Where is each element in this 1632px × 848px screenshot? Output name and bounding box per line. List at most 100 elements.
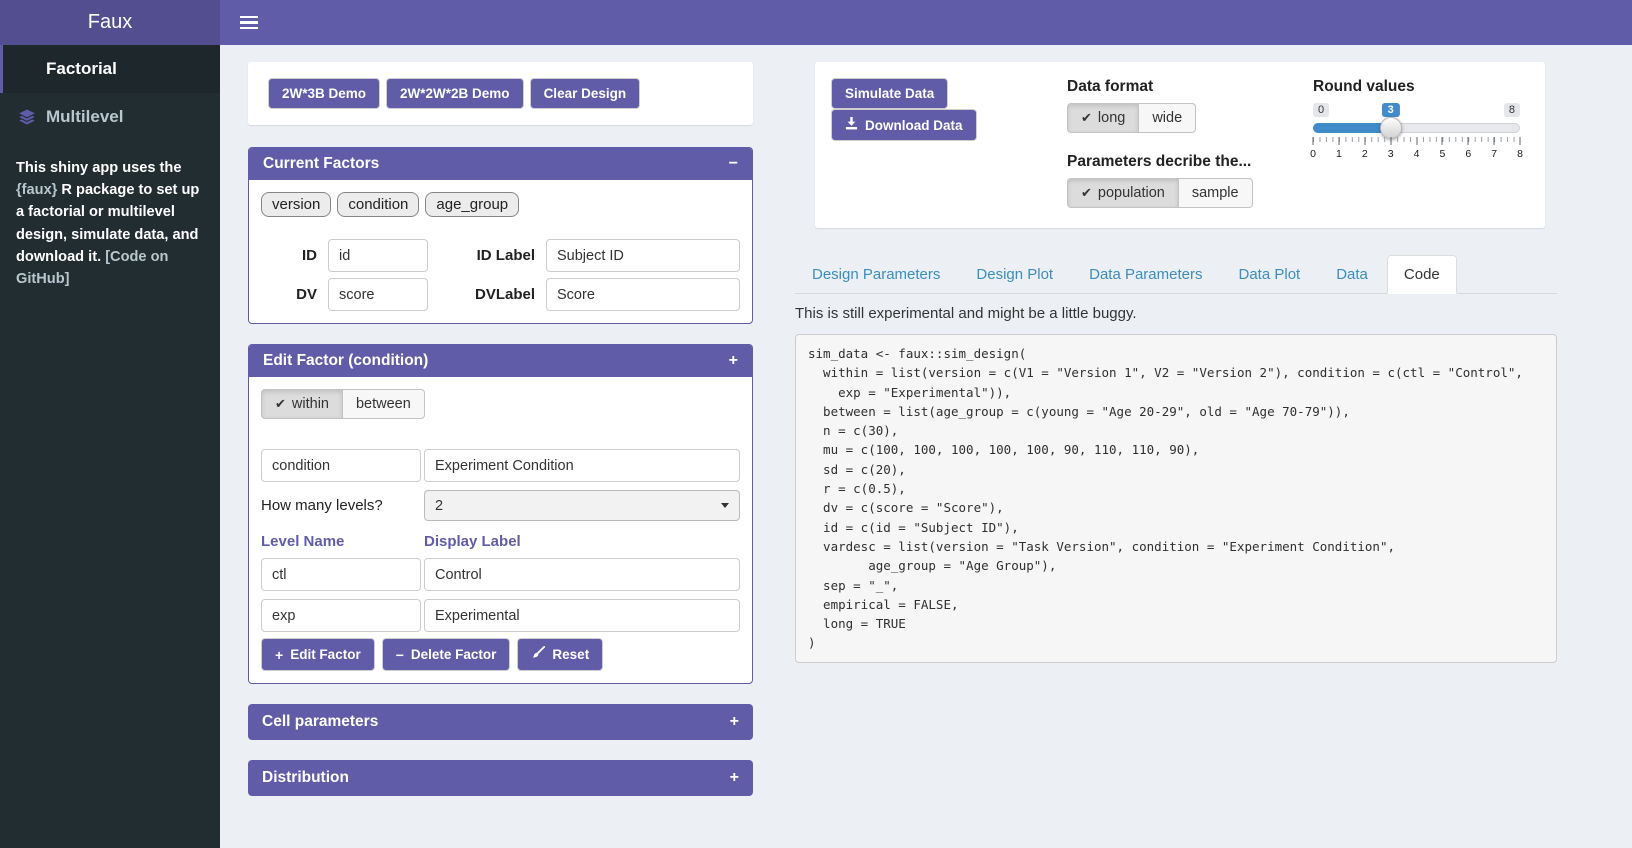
- slider-value-badge: 3: [1382, 103, 1400, 117]
- sidebar-item-factorial[interactable]: Factorial: [0, 45, 220, 93]
- round-values-label: Round values: [1313, 78, 1529, 96]
- content-area: 2W*3B Demo 2W*2W*2B Demo Clear Design Cu…: [220, 45, 1632, 848]
- data-format-label: Data format: [1067, 78, 1313, 96]
- within-between-toggle: ✔ within between: [261, 389, 425, 419]
- option-label: between: [356, 396, 411, 412]
- id-display-input[interactable]: [546, 239, 740, 272]
- panel-title: Distribution: [262, 769, 349, 787]
- population-option[interactable]: ✔ population: [1067, 178, 1179, 208]
- level-name-header: Level Name: [261, 533, 421, 550]
- tick-label: 0: [1310, 148, 1316, 160]
- option-label: sample: [1192, 185, 1239, 201]
- navbar: [220, 0, 1632, 45]
- top-bar: Faux: [0, 0, 1632, 45]
- id-input[interactable]: [328, 239, 428, 272]
- tick-label: 4: [1414, 148, 1420, 160]
- tab-data-plot[interactable]: Data Plot: [1222, 255, 1318, 294]
- current-factors-panel: Current Factors − version condition age_…: [248, 147, 753, 324]
- tick-label: 7: [1491, 148, 1497, 160]
- sidebar-item-label: Factorial: [46, 59, 117, 79]
- download-data-button[interactable]: Download Data: [831, 109, 977, 141]
- within-option[interactable]: ✔ within: [261, 389, 343, 419]
- option-label: population: [1098, 185, 1165, 201]
- sidebar: Factorial Multilevel This shiny app uses…: [0, 45, 220, 848]
- reset-button[interactable]: Reset: [517, 638, 603, 671]
- tick-label: 8: [1517, 148, 1523, 160]
- levels-question-label: How many levels?: [261, 497, 421, 514]
- sidebar-toggle-icon[interactable]: [236, 10, 262, 36]
- factor-tag-list: version condition age_group: [261, 192, 740, 217]
- tab-data-parameters[interactable]: Data Parameters: [1072, 255, 1219, 294]
- parameters-describe-toggle: ✔ population sample: [1067, 178, 1253, 208]
- panel-title: Current Factors: [263, 155, 379, 173]
- display-label-header: Display Label: [424, 533, 740, 550]
- factor-display-input[interactable]: [424, 449, 740, 482]
- option-label: within: [292, 396, 329, 412]
- slider-handle[interactable]: [1380, 117, 1402, 139]
- slider-ticks: 0 1 2 3 4 5 6 7 8: [1313, 137, 1520, 161]
- sidebar-item-multilevel[interactable]: Multilevel: [0, 93, 220, 141]
- sample-option[interactable]: sample: [1179, 178, 1253, 208]
- parameters-describe-label: Parameters decribe the...: [1067, 153, 1313, 171]
- tab-design-plot[interactable]: Design Plot: [959, 255, 1070, 294]
- experimental-note: This is still experimental and might be …: [795, 305, 1557, 322]
- collapse-plus-icon[interactable]: +: [729, 353, 738, 369]
- demo-buttons-card: 2W*3B Demo 2W*2W*2B Demo Clear Design: [248, 62, 753, 125]
- demo-2w3b-button[interactable]: 2W*3B Demo: [268, 78, 380, 109]
- level-name-input[interactable]: [261, 599, 421, 632]
- factor-tag-version[interactable]: version: [261, 192, 331, 217]
- current-factors-header[interactable]: Current Factors −: [249, 148, 752, 180]
- edit-factor-header[interactable]: Edit Factor (condition) +: [249, 345, 752, 377]
- about-text: This shiny app uses the: [16, 160, 181, 176]
- tab-design-parameters[interactable]: Design Parameters: [795, 255, 957, 294]
- check-icon: ✔: [1081, 110, 1092, 126]
- brush-icon: [531, 646, 545, 663]
- simulate-card: Simulate Data Download Data: [815, 62, 1545, 228]
- collapse-plus-icon[interactable]: +: [730, 770, 739, 786]
- plus-icon: +: [275, 648, 283, 662]
- tick-label: 3: [1388, 148, 1394, 160]
- dv-input[interactable]: [328, 278, 428, 311]
- edit-factor-button[interactable]: + Edit Factor: [261, 638, 375, 671]
- clear-design-button[interactable]: Clear Design: [530, 78, 641, 109]
- levels-select[interactable]: 2: [424, 490, 740, 521]
- level-label-input[interactable]: [424, 599, 740, 632]
- level-label-input[interactable]: [424, 558, 740, 591]
- tick-label: 1: [1336, 148, 1342, 160]
- between-option[interactable]: between: [343, 389, 425, 419]
- tab-code[interactable]: Code: [1387, 255, 1457, 294]
- simulate-data-button[interactable]: Simulate Data: [831, 78, 948, 109]
- button-label: Edit Factor: [290, 647, 361, 662]
- edit-factor-panel: Edit Factor (condition) + ✔ within betwe…: [248, 344, 753, 684]
- delete-factor-button[interactable]: − Delete Factor: [382, 638, 511, 671]
- round-values-slider: 0 8 3 0 1 2 3 4: [1313, 103, 1520, 175]
- slider-min-badge: 0: [1313, 103, 1329, 117]
- distribution-panel-header[interactable]: Distribution +: [248, 760, 753, 796]
- wide-option[interactable]: wide: [1139, 103, 1196, 133]
- panel-title: Edit Factor (condition): [263, 352, 428, 370]
- slider-max-badge: 8: [1504, 103, 1520, 117]
- data-format-toggle: ✔ long wide: [1067, 103, 1196, 133]
- level-name-input[interactable]: [261, 558, 421, 591]
- tab-data[interactable]: Data: [1319, 255, 1385, 294]
- cell-parameters-panel-header[interactable]: Cell parameters +: [248, 704, 753, 740]
- factor-name-input[interactable]: [261, 449, 421, 482]
- check-icon: ✔: [1081, 185, 1092, 201]
- option-label: wide: [1152, 110, 1182, 126]
- long-option[interactable]: ✔ long: [1067, 103, 1139, 133]
- sidebar-description: This shiny app uses the {faux} R package…: [0, 141, 220, 290]
- collapse-minus-icon[interactable]: −: [729, 156, 738, 172]
- dv-display-input[interactable]: [546, 278, 740, 311]
- demo-2w2w2b-button[interactable]: 2W*2W*2B Demo: [386, 78, 524, 109]
- collapse-plus-icon[interactable]: +: [730, 714, 739, 730]
- option-label: long: [1098, 110, 1125, 126]
- id-label: ID: [261, 247, 317, 264]
- tick-label: 2: [1362, 148, 1368, 160]
- faux-package-link[interactable]: {faux}: [16, 182, 57, 198]
- sidebar-item-label: Multilevel: [46, 107, 123, 127]
- factor-tag-age-group[interactable]: age_group: [425, 192, 519, 217]
- button-label: Delete Factor: [411, 647, 497, 662]
- factor-tag-condition[interactable]: condition: [337, 192, 419, 217]
- generated-code-block: sim_data <- faux::sim_design( within = l…: [795, 334, 1557, 663]
- check-icon: ✔: [275, 396, 286, 412]
